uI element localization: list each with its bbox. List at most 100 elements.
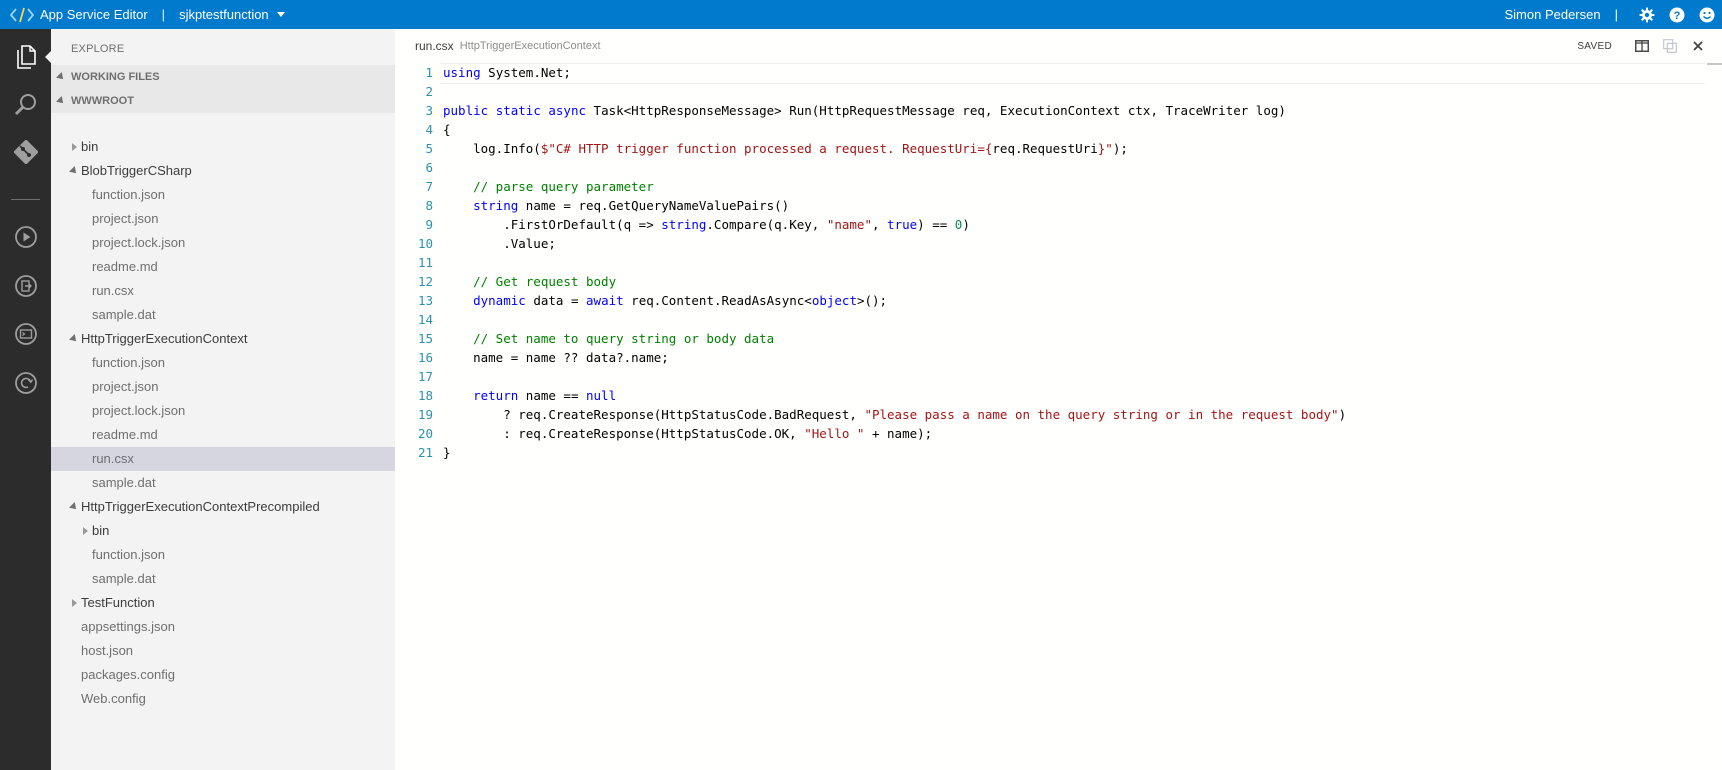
code-line[interactable]: 15 // Set name to query string or body d…: [395, 329, 1705, 348]
help-icon[interactable]: ?: [1662, 0, 1692, 29]
tree-folder-item[interactable]: bin: [51, 519, 395, 543]
smiley-feedback-icon[interactable]: [1692, 0, 1722, 29]
code-line[interactable]: 12 // Get request body: [395, 272, 1705, 291]
code-line[interactable]: 8 string name = req.GetQueryNameValuePai…: [395, 196, 1705, 215]
tree-item-label: run.csx: [92, 451, 134, 466]
code-text: }: [443, 443, 451, 462]
code-line[interactable]: 10 .Value;: [395, 234, 1705, 253]
working-files-header[interactable]: WORKING FILES: [51, 65, 395, 89]
code-line[interactable]: 21}: [395, 443, 1705, 462]
tree-file-item[interactable]: project.lock.json: [51, 231, 395, 255]
tree-file-item[interactable]: run.csx: [51, 279, 395, 303]
triangle-expanded-icon[interactable]: [69, 159, 79, 183]
code-line[interactable]: 17: [395, 367, 1705, 386]
triangle-collapsed-icon[interactable]: [69, 591, 79, 615]
code-token: using: [443, 65, 481, 80]
user-name[interactable]: Simon Pedersen: [1504, 7, 1600, 22]
code-token: static: [495, 103, 541, 118]
code-token: + name);: [864, 426, 933, 441]
code-text: name = name ?? data?.name;: [443, 348, 669, 367]
code-line[interactable]: 9 .FirstOrDefault(q => string.Compare(q.…: [395, 215, 1705, 234]
tree-file-item[interactable]: project.json: [51, 207, 395, 231]
triangle-collapsed-icon[interactable]: [80, 519, 90, 543]
code-line[interactable]: 7 // parse query parameter: [395, 177, 1705, 196]
tree-file-item[interactable]: sample.dat: [51, 471, 395, 495]
code-line[interactable]: 19 ? req.CreateResponse(HttpStatusCode.B…: [395, 405, 1705, 424]
code-line[interactable]: 5 log.Info($"C# HTTP trigger function pr…: [395, 139, 1705, 158]
output-icon[interactable]: [0, 268, 51, 304]
site-selector[interactable]: sjkptestfunction: [179, 7, 285, 22]
code-line[interactable]: 1 using System.Net;: [395, 63, 1705, 84]
triangle-collapsed-icon[interactable]: [69, 135, 79, 159]
code-line[interactable]: 13 dynamic data = await req.Content.Read…: [395, 291, 1705, 310]
tree-file-item[interactable]: sample.dat: [51, 303, 395, 327]
tree-item-label: Web.config: [81, 691, 146, 706]
chevron-down-icon: [276, 12, 285, 17]
triangle-expanded-icon: [56, 72, 66, 82]
code-line[interactable]: 6: [395, 158, 1705, 177]
tree-file-item[interactable]: function.json: [51, 351, 395, 375]
code-text: .FirstOrDefault(q => string.Compare(q.Ke…: [443, 215, 970, 234]
tree-file-item[interactable]: sample.dat: [51, 567, 395, 591]
tree-folder-item[interactable]: HttpTriggerExecutionContext: [51, 327, 395, 351]
tree-file-item[interactable]: readme.md: [51, 255, 395, 279]
tree-item-label: appsettings.json: [81, 619, 175, 634]
close-icon[interactable]: [1684, 29, 1712, 63]
tree-file-item[interactable]: Web.config: [51, 687, 395, 711]
open-changes-icon[interactable]: [1656, 29, 1684, 63]
search-icon[interactable]: [0, 87, 51, 123]
tree-file-item[interactable]: project.lock.json: [51, 399, 395, 423]
saved-status: SAVED: [1577, 40, 1612, 52]
publish-icon[interactable]: [0, 365, 51, 401]
code-line[interactable]: 4{: [395, 120, 1705, 139]
tree-folder-item[interactable]: TestFunction: [51, 591, 395, 615]
git-icon[interactable]: [0, 134, 51, 170]
editor-scrollbar[interactable]: [1707, 63, 1722, 770]
code-text: {: [443, 120, 451, 139]
triangle-expanded-icon[interactable]: [69, 327, 79, 351]
tree-file-item[interactable]: packages.config: [51, 663, 395, 687]
wwwroot-header[interactable]: WWWROOT: [51, 89, 395, 113]
gear-icon[interactable]: [1632, 0, 1662, 29]
code-text: public static async Task<HttpResponseMes…: [443, 101, 1286, 120]
code-token: >();: [856, 293, 888, 308]
tree-file-item[interactable]: readme.md: [51, 423, 395, 447]
app-name: App Service Editor: [40, 7, 148, 22]
tree-item-label: project.json: [92, 211, 159, 226]
files-icon[interactable]: [0, 39, 51, 75]
tree-file-item[interactable]: function.json: [51, 183, 395, 207]
code-editor[interactable]: 1 using System.Net; 2 3 public static async …: [395, 63, 1705, 462]
tree-folder-item[interactable]: HttpTriggerExecutionContextPrecompiled: [51, 495, 395, 519]
tree-file-item[interactable]: function.json: [51, 543, 395, 567]
triangle-expanded-icon[interactable]: [69, 495, 79, 519]
editor-filename[interactable]: run.csx: [415, 39, 454, 53]
tree-folder-item[interactable]: bin: [51, 135, 395, 159]
tree-file-item[interactable]: host.json: [51, 639, 395, 663]
twisty-shape: [69, 334, 79, 344]
code-line[interactable]: 20 : req.CreateResponse(HttpStatusCode.O…: [395, 424, 1705, 443]
code-line[interactable]: 2: [395, 82, 1705, 101]
tree-item-label: function.json: [92, 355, 165, 370]
line-number: 17: [417, 369, 433, 384]
tree-file-item[interactable]: project.json: [51, 375, 395, 399]
code-line[interactable]: 18 return name == null: [395, 386, 1705, 405]
code-token: "Please pass a name on the query string …: [864, 407, 1339, 422]
tree-folder-item[interactable]: BlobTriggerCSharp: [51, 159, 395, 183]
run-icon[interactable]: [0, 219, 51, 255]
scrollbar-thumb[interactable]: [1707, 63, 1722, 65]
code-token: ,: [871, 217, 888, 232]
code-line[interactable]: 16 name = name ?? data?.name;: [395, 348, 1705, 367]
tree-item-label: TestFunction: [81, 595, 155, 610]
split-editor-icon[interactable]: [1628, 29, 1656, 63]
tree-file-item[interactable]: run.csx: [51, 447, 395, 471]
tree-file-item[interactable]: appsettings.json: [51, 615, 395, 639]
code-line[interactable]: 11: [395, 253, 1705, 272]
code-line[interactable]: 14: [395, 310, 1705, 329]
editor-file-path: HttpTriggerExecutionContext: [459, 40, 601, 52]
code-line[interactable]: 3 public static async Task<HttpResponseMe…: [395, 101, 1705, 120]
console-icon[interactable]: [0, 316, 51, 352]
code-token: dynamic: [473, 293, 526, 308]
